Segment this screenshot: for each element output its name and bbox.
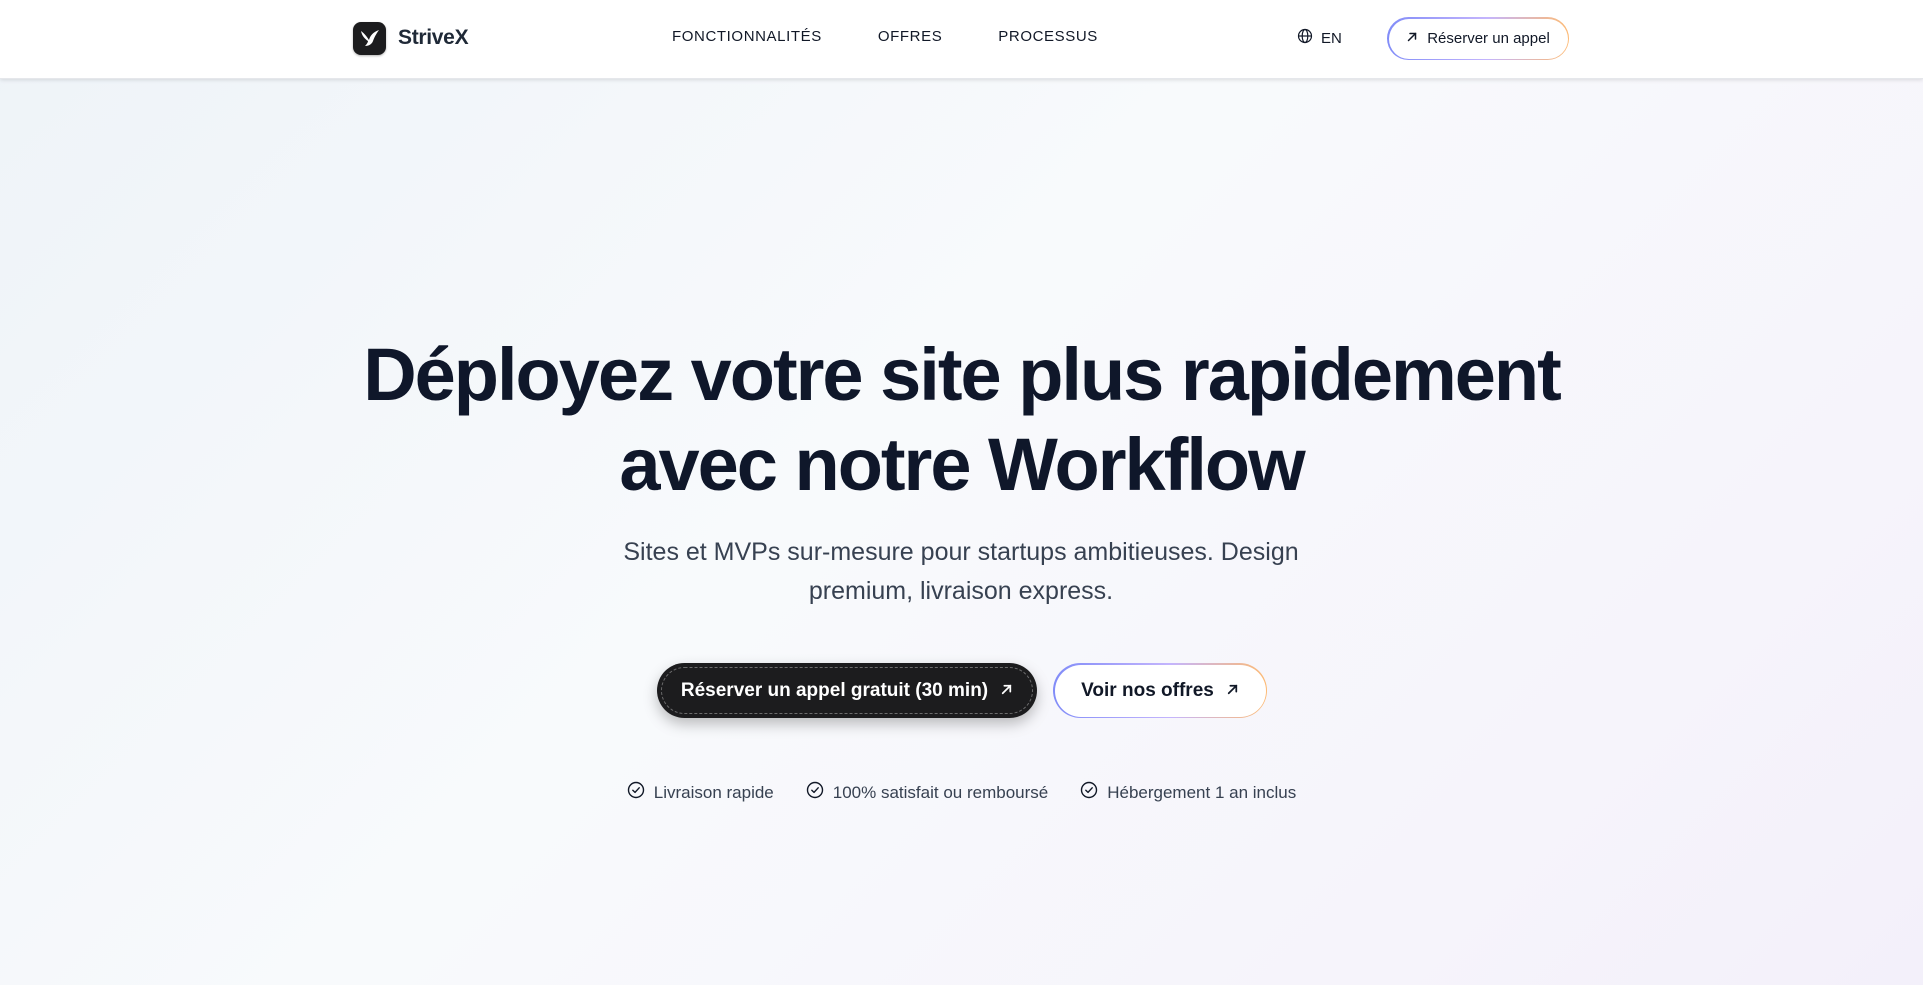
- secondary-cta-label: Voir nos offres: [1081, 679, 1214, 701]
- header-book-call-button[interactable]: Réserver un appel: [1387, 17, 1569, 60]
- feature-item: 100% satisfait ou remboursé: [806, 781, 1048, 804]
- arrow-up-right-icon: [1406, 30, 1418, 47]
- site-header: StriveX FONCTIONNALITÉS OFFRES PROCESSUS…: [0, 0, 1923, 79]
- book-free-call-button[interactable]: Réserver un appel gratuit (30 min): [657, 663, 1037, 718]
- check-circle-icon: [627, 781, 645, 804]
- feature-list: Livraison rapide 100% satisfait ou rembo…: [0, 781, 1923, 804]
- feature-item: Livraison rapide: [627, 781, 774, 804]
- nav-item-processus[interactable]: PROCESSUS: [998, 28, 1098, 45]
- arrow-up-right-icon: [1226, 680, 1239, 702]
- nav-item-offres[interactable]: OFFRES: [878, 28, 942, 45]
- header-cta-label: Réserver un appel: [1427, 30, 1550, 47]
- feature-label: Hébergement 1 an inclus: [1107, 782, 1297, 802]
- arrow-up-right-icon: [1000, 680, 1013, 702]
- hero-title-line-1: Déployez votre site plus rapidement: [363, 333, 1562, 416]
- feature-label: 100% satisfait ou remboursé: [832, 782, 1049, 802]
- brand-name: StriveX: [398, 26, 469, 49]
- hero-title-line-2: avec notre Workflow: [619, 423, 1305, 506]
- language-label: EN: [1321, 29, 1342, 47]
- hero-title: Déployez votre site plus rapidement avec…: [0, 330, 1923, 510]
- globe-icon: [1297, 28, 1313, 48]
- language-switcher[interactable]: EN: [1297, 28, 1342, 48]
- hero-subtitle-line-2: premium, livraison express.: [808, 577, 1114, 605]
- main-nav: FONCTIONNALITÉS OFFRES PROCESSUS: [672, 28, 1098, 45]
- bird-logo-icon: [353, 21, 386, 55]
- feature-label: Livraison rapide: [653, 782, 774, 802]
- hero-subtitle-line-1: Sites et MVPs sur-mesure pour startups a…: [623, 538, 1299, 566]
- brand-logo[interactable]: StriveX: [353, 21, 469, 55]
- hero-subtitle: Sites et MVPs sur-mesure pour startups a…: [611, 533, 1311, 611]
- feature-item: Hébergement 1 an inclus: [1080, 781, 1296, 804]
- check-circle-icon: [1080, 781, 1098, 804]
- view-offers-button[interactable]: Voir nos offres: [1053, 663, 1267, 718]
- primary-cta-label: Réserver un appel gratuit (30 min): [680, 679, 989, 701]
- nav-item-fonctionnalites[interactable]: FONCTIONNALITÉS: [672, 28, 822, 45]
- check-circle-icon: [806, 781, 824, 804]
